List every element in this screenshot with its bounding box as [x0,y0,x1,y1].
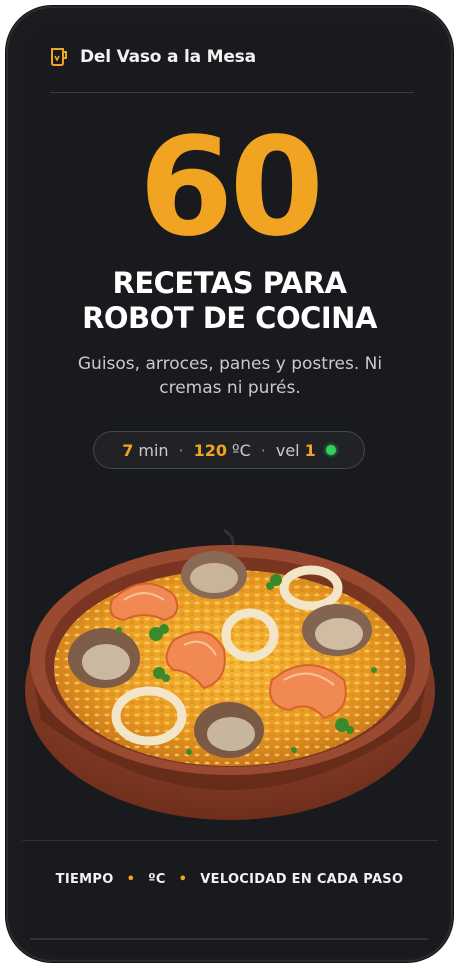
title-line-2: ROBOT DE COCINA [82,301,377,335]
page-title: RECETAS PARA ROBOT DE COCINA [0,266,459,336]
separator-dot: • [126,872,136,887]
footer-item-time: TIEMPO [55,872,114,887]
header-divider [50,92,414,93]
separator-dot: • [178,872,188,887]
separator-dot: · [260,440,266,460]
speed-label: vel [275,440,300,460]
separator-dot: · [178,440,184,460]
footer-item-temp: ºC [148,872,166,887]
subtitle: Guisos, arroces, panes y postres. Ni cre… [77,354,383,398]
title-line-1: RECETAS PARA [112,266,347,300]
green-status-dot-icon [325,445,336,455]
footer-item-speed: VELOCIDAD EN CADA PASO [200,872,404,887]
footer-features: TIEMPO • ºC • VELOCIDAD EN CADA PASO [0,872,459,887]
recipe-count: 60 [138,109,324,267]
temp-value: 120 [193,440,228,460]
brand-name: Del Vaso a la Mesa [80,47,256,67]
home-indicator [30,938,428,940]
app-header: Del Vaso a la Mesa [50,44,414,70]
time-value: 7 [122,440,134,460]
speed-value: 1 [304,440,316,460]
blender-jar-icon [50,47,68,67]
temp-unit: ºC [232,440,251,460]
footer-divider [22,840,438,841]
settings-pill: 7 min · 120 ºC · vel 1 [93,431,365,469]
time-unit: min [138,440,169,460]
seafood-rice-dish-icon [24,520,436,830]
